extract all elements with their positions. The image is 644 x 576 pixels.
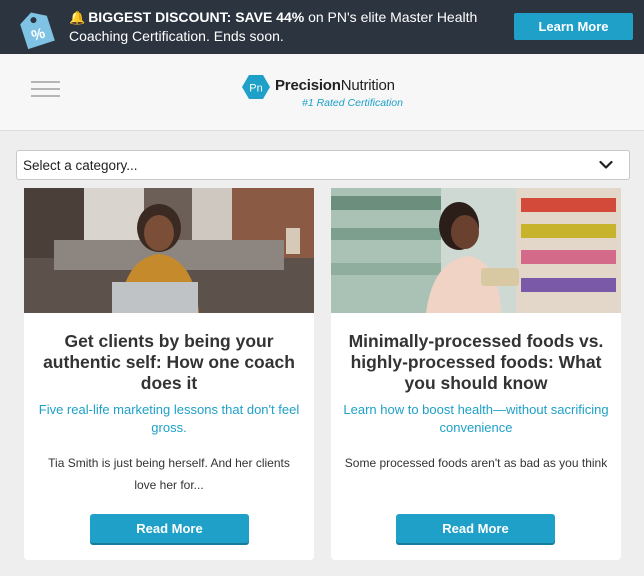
site-header: Pn PrecisionNutrition #1 Rated Certifica…: [0, 54, 644, 131]
logo-mark-text: Pn: [249, 83, 262, 95]
site-logo-name[interactable]: PrecisionNutrition: [275, 77, 395, 94]
article-excerpt: Tia Smith is just being herself. And her…: [48, 456, 290, 492]
article-title[interactable]: Get clients by being your authentic self…: [30, 331, 308, 394]
read-more-button[interactable]: Read More: [90, 514, 249, 543]
promo-headline: BIGGEST DISCOUNT: SAVE 44%: [88, 9, 305, 25]
promo-message: 🔔 BIGGEST DISCOUNT: SAVE 44% on PN's elit…: [69, 8, 489, 46]
learn-more-button[interactable]: Learn More: [514, 13, 633, 40]
article-excerpt: Some processed foods aren't as bad as yo…: [344, 456, 608, 470]
category-select[interactable]: Select a category...: [16, 150, 630, 180]
logo-tagline: #1 Rated Certification: [302, 97, 403, 109]
article-card[interactable]: Minimally-processed foods vs. highly-pro…: [331, 188, 621, 560]
category-select-value: Select a category...: [23, 158, 138, 173]
read-more-button[interactable]: Read More: [396, 514, 555, 543]
article-title[interactable]: Minimally-processed foods vs. highly-pro…: [337, 331, 615, 394]
hamburger-icon[interactable]: [31, 81, 60, 99]
chevron-down-icon: [599, 160, 613, 169]
article-subtitle: Learn how to boost health—without sacrif…: [343, 402, 609, 435]
article-image[interactable]: [331, 188, 621, 313]
bell-icon: 🔔: [69, 10, 86, 25]
article-subtitle: Five real-life marketing lessons that do…: [38, 402, 300, 435]
precision-nutrition-logo-icon[interactable]: Pn: [242, 74, 270, 100]
discount-tag-icon: %: [20, 12, 55, 50]
article-card[interactable]: Get clients by being your authentic self…: [24, 188, 314, 560]
article-image[interactable]: [24, 188, 314, 313]
promo-banner: % 🔔 BIGGEST DISCOUNT: SAVE 44% on PN's el…: [0, 0, 644, 54]
